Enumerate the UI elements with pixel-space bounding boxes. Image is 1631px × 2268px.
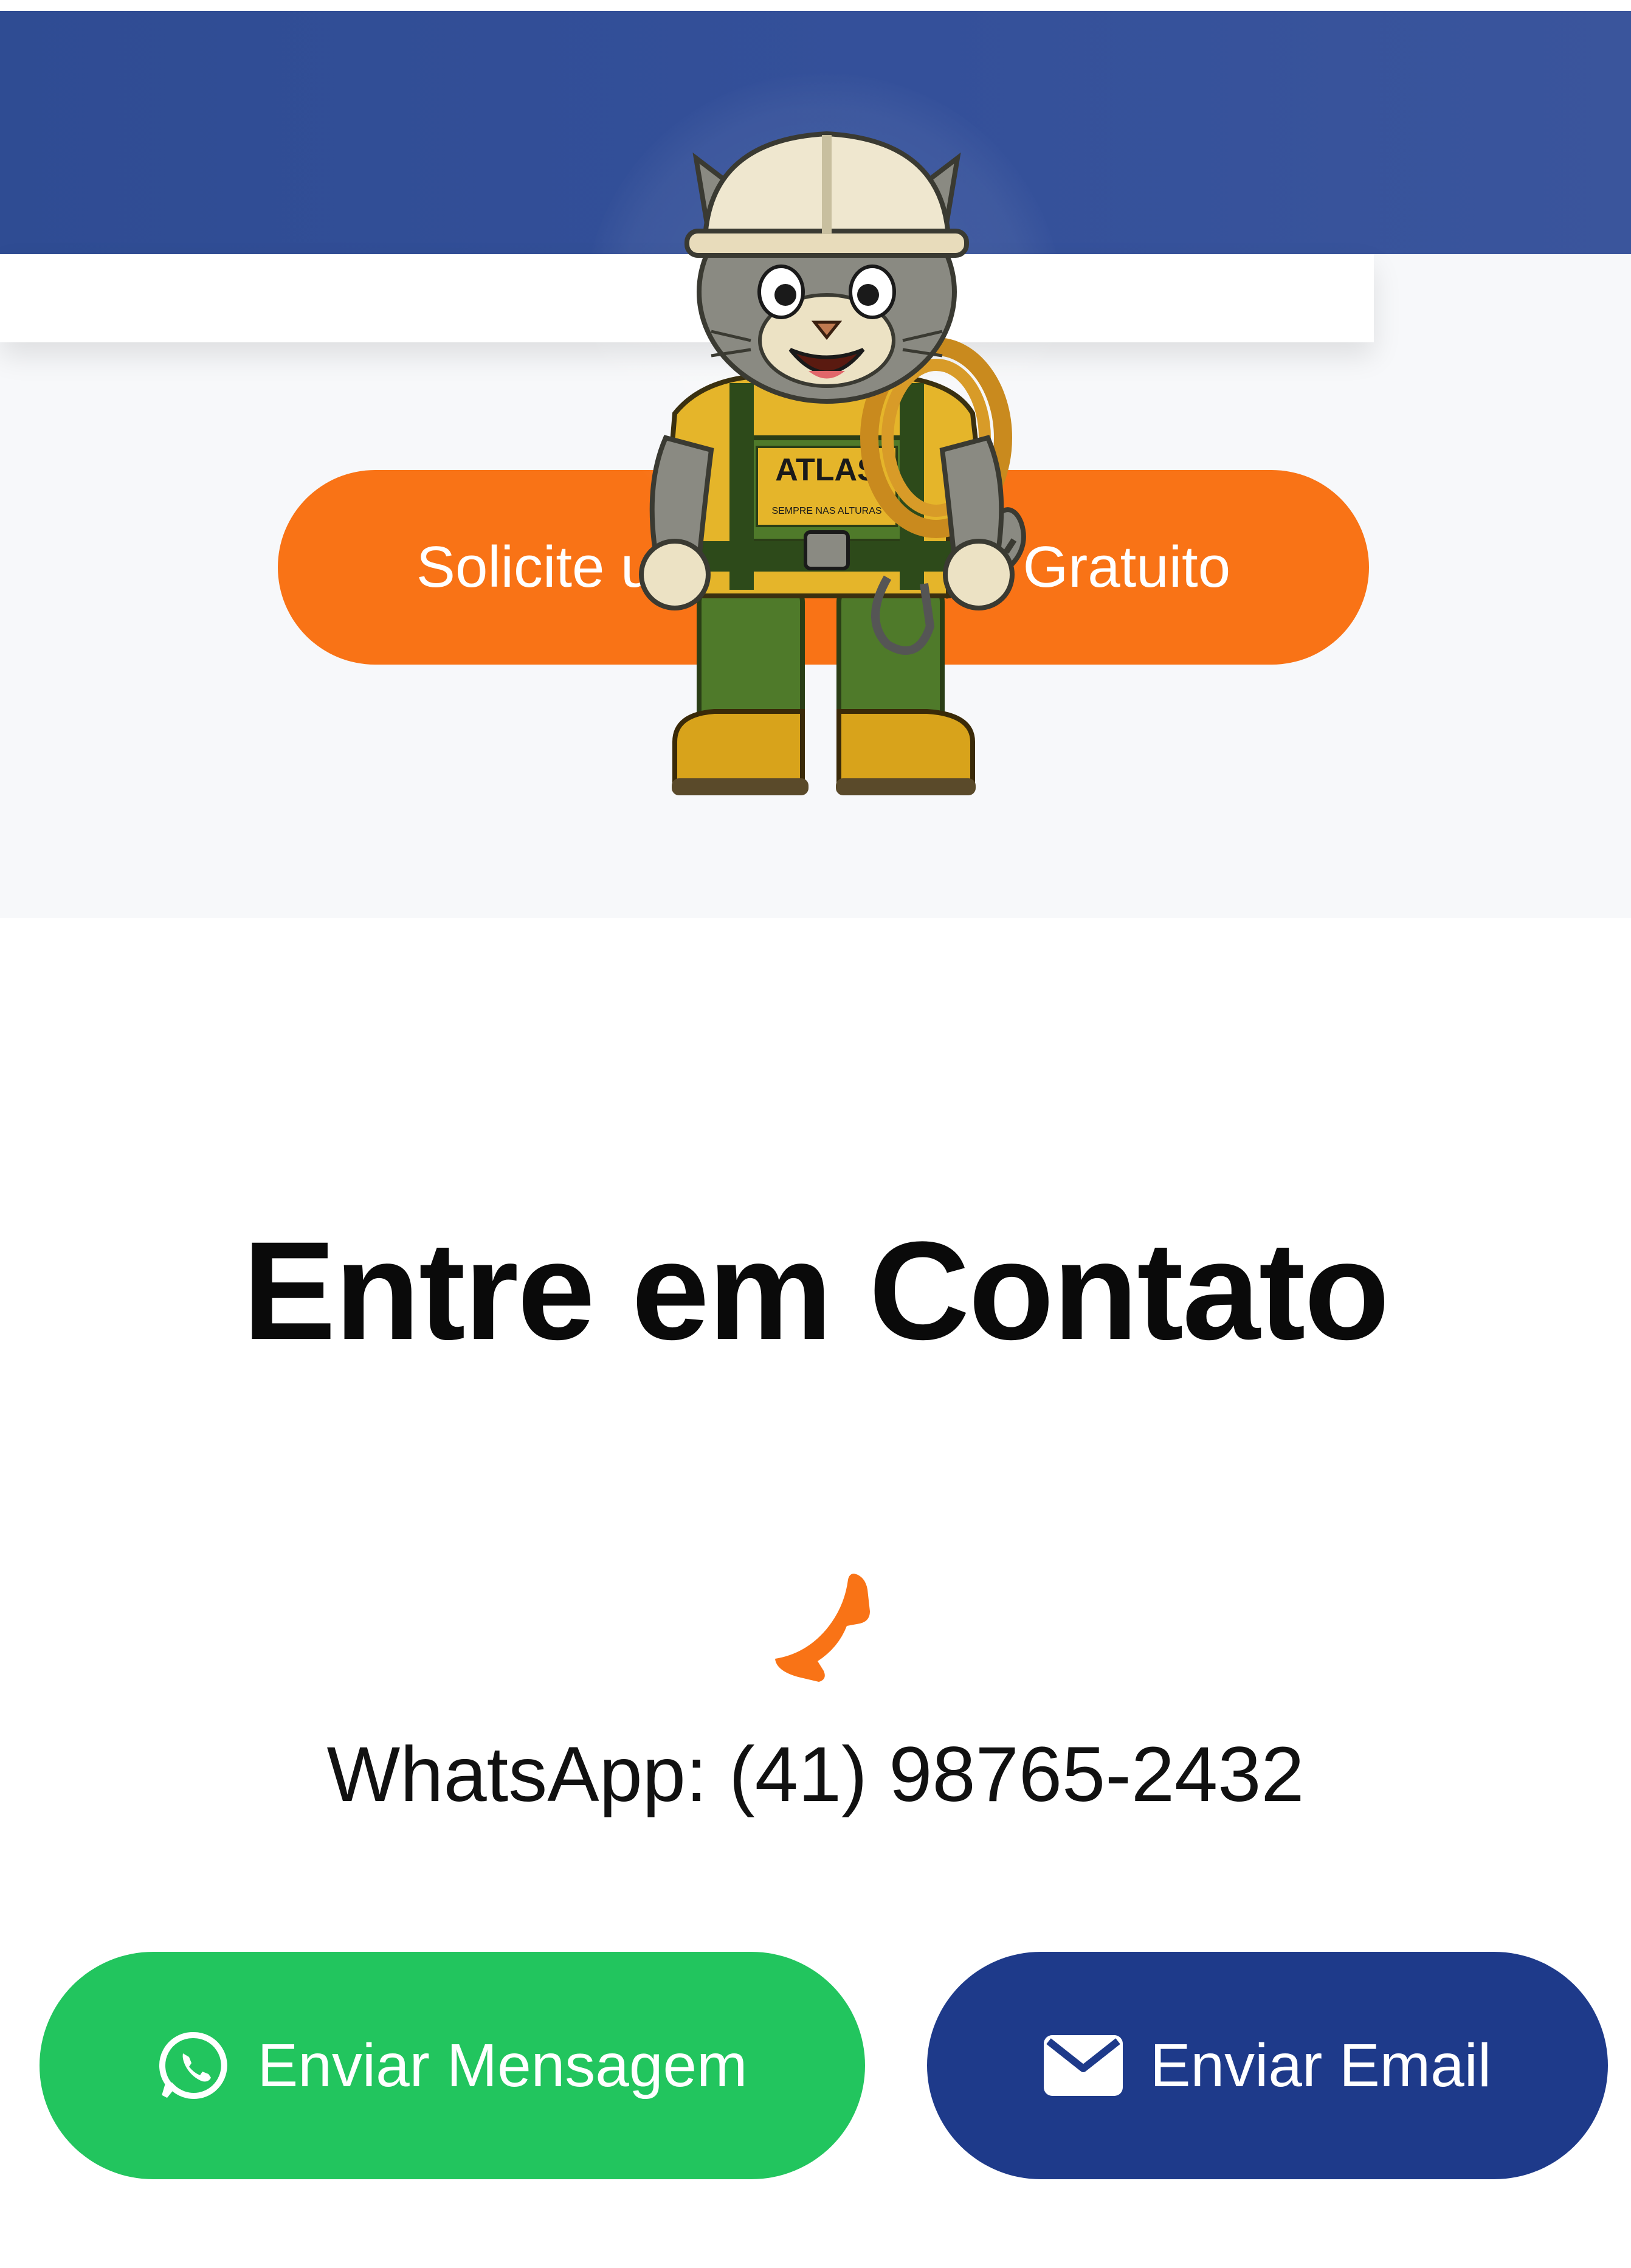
send-email-button[interactable]: Enviar Email — [927, 1952, 1608, 2179]
send-email-label: Enviar Email — [1150, 2031, 1492, 2100]
phone-icon — [775, 1574, 870, 1682]
contact-title: Entre em Contato — [243, 1212, 1390, 1369]
top-strip — [0, 0, 1631, 11]
whatsapp-icon — [157, 2029, 230, 2102]
cat-mascot-image: ATLAS SEMPRE NAS ALTURAS — [639, 131, 1026, 795]
page: Solicite um Orçamento Gratuito ATLAS SEM… — [0, 0, 1631, 2268]
send-message-label: Enviar Mensagem — [257, 2031, 748, 2100]
mascot-vest-subtext: SEMPRE NAS ALTURAS — [771, 506, 881, 516]
whatsapp-number: WhatsApp: (41) 98765-2432 — [326, 1731, 1305, 1818]
send-message-button[interactable]: Enviar Mensagem — [40, 1952, 865, 2179]
envelope-icon — [1043, 2035, 1123, 2096]
